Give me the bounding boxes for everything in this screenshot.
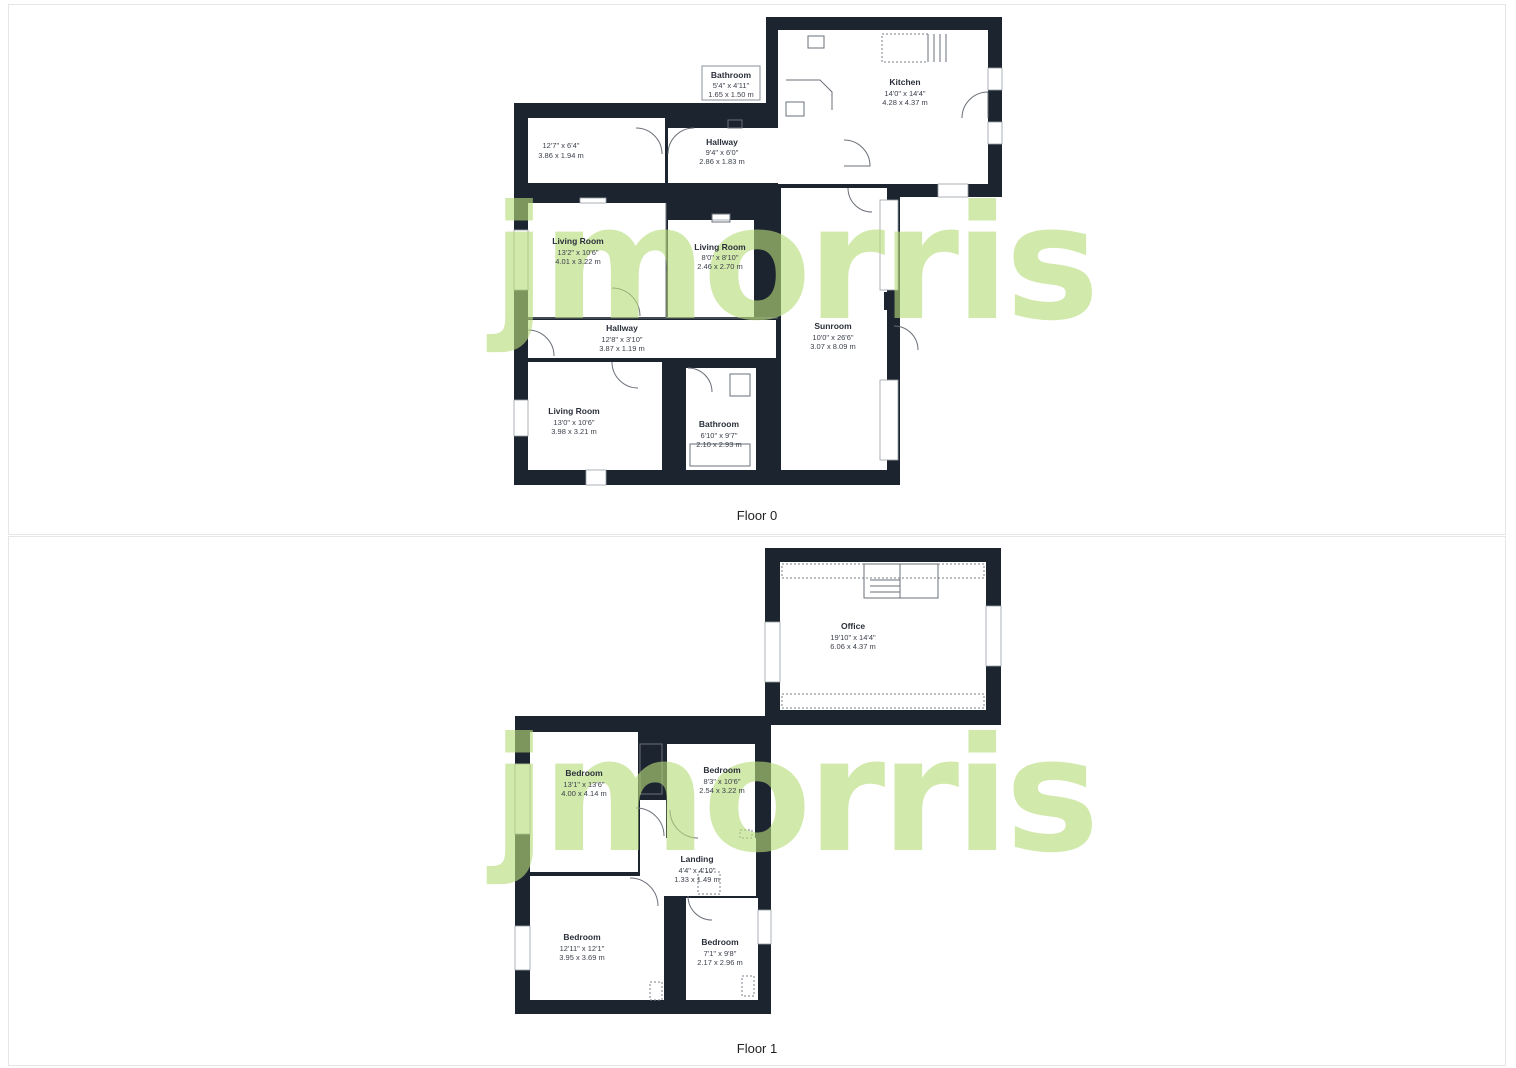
svg-text:8'0" x 8'10": 8'0" x 8'10" — [702, 253, 739, 262]
svg-text:Hallway: Hallway — [706, 137, 738, 147]
svg-text:3.86 x 1.94 m: 3.86 x 1.94 m — [538, 151, 583, 160]
svg-text:7'1" x 9'8": 7'1" x 9'8" — [704, 949, 737, 958]
svg-text:6.06 x 4.37 m: 6.06 x 4.37 m — [830, 642, 875, 651]
svg-text:12'11" x 12'1": 12'11" x 12'1" — [560, 944, 605, 953]
floor-0-title: Floor 0 — [737, 508, 777, 523]
svg-text:Bedroom: Bedroom — [563, 932, 601, 942]
svg-text:14'0" x 14'4": 14'0" x 14'4" — [884, 89, 925, 98]
room-label-bathroom-large: Bathroom 6'10" x 9'7" 2.10 x 2.93 m — [696, 419, 741, 449]
svg-text:4.00 x 4.14 m: 4.00 x 4.14 m — [561, 789, 606, 798]
svg-text:Bedroom: Bedroom — [565, 768, 603, 778]
svg-text:2.10 x 2.93 m: 2.10 x 2.93 m — [696, 440, 741, 449]
svg-text:Bathroom: Bathroom — [711, 70, 752, 80]
room-label-bedroom-2: Bedroom 8'3" x 10'6" 2.54 x 3.22 m — [699, 765, 744, 795]
svg-text:13'0" x 10'6": 13'0" x 10'6" — [553, 418, 594, 427]
svg-text:3.95 x 3.69 m: 3.95 x 3.69 m — [559, 953, 604, 962]
svg-text:3.87 x 1.19 m: 3.87 x 1.19 m — [599, 344, 644, 353]
room-label-sunroom: Sunroom 10'0" x 26'6" 3.07 x 8.09 m — [810, 321, 855, 351]
room-label-living-room-3: Living Room 13'0" x 10'6" 3.98 x 3.21 m — [548, 406, 600, 436]
svg-text:Hallway: Hallway — [606, 323, 638, 333]
svg-text:13'2" x 10'6": 13'2" x 10'6" — [557, 248, 598, 257]
svg-text:10'0" x 26'6": 10'0" x 26'6" — [812, 333, 853, 342]
room-label-bathroom-small: Bathroom 5'4" x 4'11" 1.65 x 1.50 m — [708, 70, 753, 99]
svg-text:Living Room: Living Room — [548, 406, 600, 416]
svg-text:12'8" x 3'10": 12'8" x 3'10" — [601, 335, 642, 344]
svg-text:3.07 x 8.09 m: 3.07 x 8.09 m — [810, 342, 855, 351]
svg-text:Bathroom: Bathroom — [699, 419, 740, 429]
svg-text:4.28 x 4.37 m: 4.28 x 4.37 m — [882, 98, 927, 107]
room-label-living-room-2: Living Room 8'0" x 8'10" 2.46 x 2.70 m — [694, 242, 746, 271]
svg-text:Bedroom: Bedroom — [701, 937, 739, 947]
floor-1-title: Floor 1 — [737, 1041, 777, 1056]
svg-text:5'4" x 4'11": 5'4" x 4'11" — [713, 81, 750, 90]
room-label-bedroom-1: Bedroom 13'1" x 13'6" 4.00 x 4.14 m — [561, 768, 606, 798]
room-label-living-room-1: Living Room 13'2" x 10'6" 4.01 x 3.22 m — [552, 236, 604, 266]
svg-text:1.65 x 1.50 m: 1.65 x 1.50 m — [708, 90, 753, 99]
svg-text:8'3" x 10'6": 8'3" x 10'6" — [704, 777, 741, 786]
svg-text:Kitchen: Kitchen — [889, 77, 920, 87]
svg-text:13'1" x 13'6": 13'1" x 13'6" — [563, 780, 604, 789]
svg-text:Sunroom: Sunroom — [814, 321, 852, 331]
svg-text:2.17 x 2.96 m: 2.17 x 2.96 m — [697, 958, 742, 967]
svg-text:4'4" x 4'10": 4'4" x 4'10" — [679, 866, 716, 875]
svg-text:2.46 x 2.70 m: 2.46 x 2.70 m — [697, 262, 742, 271]
svg-text:2.86 x 1.83 m: 2.86 x 1.83 m — [699, 157, 744, 166]
svg-text:2.54 x 3.22 m: 2.54 x 3.22 m — [699, 786, 744, 795]
room-label-bedroom-3: Bedroom 12'11" x 12'1" 3.95 x 3.69 m — [559, 932, 604, 962]
svg-text:12'7" x 6'4": 12'7" x 6'4" — [543, 141, 580, 150]
room-label-landing: Landing 4'4" x 4'10" 1.33 x 1.49 m — [674, 854, 719, 884]
svg-text:Living Room: Living Room — [694, 242, 746, 252]
svg-text:9'4" x 6'0": 9'4" x 6'0" — [706, 148, 739, 157]
svg-text:1.33 x 1.49 m: 1.33 x 1.49 m — [674, 875, 719, 884]
svg-text:Living Room: Living Room — [552, 236, 604, 246]
svg-text:19'10" x 14'4": 19'10" x 14'4" — [830, 633, 876, 642]
svg-text:3.98 x 3.21 m: 3.98 x 3.21 m — [551, 427, 596, 436]
svg-text:Bedroom: Bedroom — [703, 765, 741, 775]
svg-text:4.01 x 3.22 m: 4.01 x 3.22 m — [555, 257, 600, 266]
svg-text:Landing: Landing — [680, 854, 713, 864]
room-label-store: 12'7" x 6'4" 3.86 x 1.94 m — [538, 141, 583, 160]
floor-plan-drawing: jmorris jmorris Bathroom 5'4" x 4'11" 1.… — [486, 17, 1099, 1056]
svg-text:Office: Office — [841, 621, 865, 631]
svg-text:6'10" x 9'7": 6'10" x 9'7" — [701, 431, 738, 440]
room-label-bedroom-4: Bedroom 7'1" x 9'8" 2.17 x 2.96 m — [697, 937, 742, 967]
